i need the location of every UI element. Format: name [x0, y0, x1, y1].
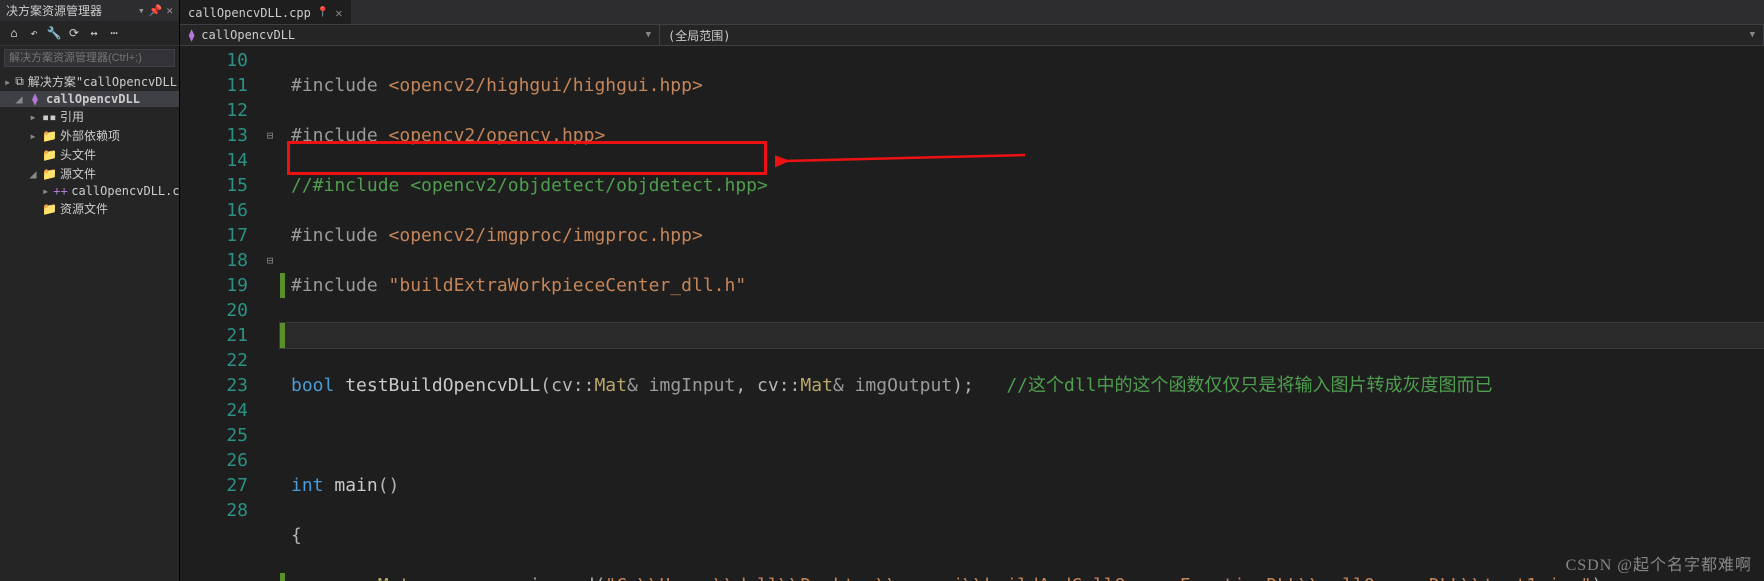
references-node[interactable]: ▸ ▪▪ 引用 — [0, 107, 179, 126]
code-lines[interactable]: #include <opencv2/highgui/highgui.hpp> #… — [280, 46, 1764, 581]
cpp-file-icon: ++ — [53, 184, 67, 198]
panel-title: 决方案资源管理器 — [6, 2, 102, 19]
expand-icon[interactable]: ▸ — [28, 129, 38, 143]
fold-toggle[interactable]: ⊟ — [260, 248, 280, 273]
external-deps-node[interactable]: ▸ 📁 外部依赖项 — [0, 126, 179, 145]
more-icon[interactable]: ⋯ — [106, 25, 122, 41]
panel-toolbar: ⌂ ↶ 🔧 ⟳ ↔ ⋯ — [0, 21, 179, 46]
file-tab[interactable]: callOpencvDLL.cpp 📍 ✕ — [180, 0, 351, 24]
chevron-down-icon: ▼ — [1750, 30, 1755, 40]
solution-explorer: 决方案资源管理器 ▾ 📌 ✕ ⌂ ↶ 🔧 ⟳ ↔ ⋯ ▸ ⧉ 解决方案"call… — [0, 0, 180, 581]
folder-icon: 📁 — [42, 167, 56, 181]
folder-icon: 📁 — [42, 148, 56, 162]
project-node[interactable]: ◢ ⧫ callOpencvDLL — [0, 91, 179, 107]
close-icon[interactable]: ✕ — [335, 6, 342, 20]
refs-icon: ▪▪ — [42, 110, 56, 124]
expand-icon[interactable]: ◢ — [14, 92, 24, 106]
panel-pin-icon[interactable]: 📌 — [149, 4, 163, 17]
refresh-icon[interactable]: ⟳ — [66, 25, 82, 41]
collapse-icon[interactable]: ↔ — [86, 25, 102, 41]
solution-node[interactable]: ▸ ⧉ 解决方案"callOpencvDLL"(1 个项目 — [0, 72, 179, 91]
nav-project-dropdown[interactable]: ⧫ callOpencvDLL ▼ — [180, 25, 660, 45]
wrench-icon[interactable]: 🔧 — [46, 25, 62, 41]
folder-icon: 📁 — [42, 129, 56, 143]
watermark: CSDN @起个名字都难啊 — [1566, 551, 1752, 575]
expand-icon[interactable]: ▸ — [4, 75, 11, 89]
expand-icon[interactable]: ▸ — [28, 110, 38, 124]
tab-bar: callOpencvDLL.cpp 📍 ✕ — [180, 0, 1764, 24]
headers-node[interactable]: 📁 头文件 — [0, 145, 179, 164]
back-icon[interactable]: ↶ — [26, 25, 42, 41]
tab-label: callOpencvDLL.cpp — [188, 6, 311, 20]
fold-toggle[interactable]: ⊟ — [260, 123, 280, 148]
source-file-node[interactable]: ▸ ++ callOpencvDLL.cpp — [0, 183, 179, 199]
nav-scope-dropdown[interactable]: (全局范围) ▼ — [660, 25, 1764, 45]
panel-close-icon[interactable]: ✕ — [166, 4, 173, 17]
editor-area: callOpencvDLL.cpp 📍 ✕ ⧫ callOpencvDLL ▼ … — [180, 0, 1764, 581]
solution-tree: ▸ ⧉ 解决方案"callOpencvDLL"(1 个项目 ◢ ⧫ callOp… — [0, 70, 179, 581]
expand-icon[interactable]: ◢ — [28, 167, 38, 181]
resources-node[interactable]: 📁 资源文件 — [0, 199, 179, 218]
project-icon: ⧫ — [188, 28, 195, 42]
fold-column: ⊟ ⊟ — [260, 46, 280, 581]
sources-node[interactable]: ◢ 📁 源文件 — [0, 164, 179, 183]
line-gutter: 101112 131415 161718 192021 222324 25262… — [180, 46, 260, 581]
panel-search-input[interactable] — [4, 49, 175, 67]
expand-icon[interactable]: ▸ — [42, 184, 49, 198]
home-icon[interactable]: ⌂ — [6, 25, 22, 41]
code-area[interactable]: 101112 131415 161718 192021 222324 25262… — [180, 46, 1764, 581]
folder-icon: 📁 — [42, 202, 56, 216]
pin-icon[interactable]: 📍 — [317, 7, 329, 18]
project-icon: ⧫ — [28, 92, 42, 106]
panel-titlebar: 决方案资源管理器 ▾ 📌 ✕ — [0, 0, 179, 21]
chevron-down-icon: ▼ — [646, 30, 651, 40]
nav-bar: ⧫ callOpencvDLL ▼ (全局范围) ▼ — [180, 24, 1764, 46]
solution-icon: ⧉ — [15, 74, 24, 89]
panel-dropdown-icon[interactable]: ▾ — [138, 4, 145, 17]
